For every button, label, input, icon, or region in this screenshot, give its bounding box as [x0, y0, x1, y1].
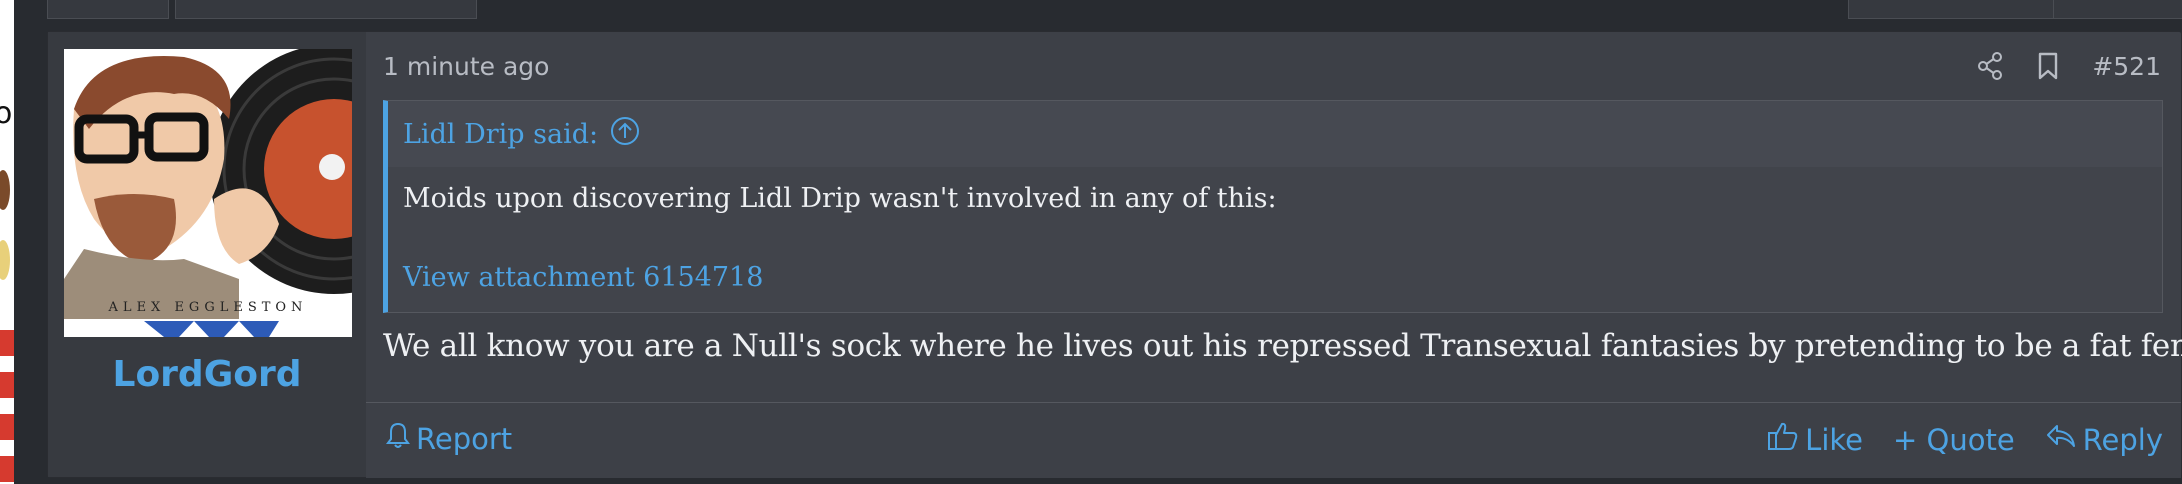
like-button[interactable]: Like — [1767, 421, 1863, 458]
partial-text-fragment: o — [0, 96, 13, 131]
post-meta-actions: #521 — [1976, 50, 2161, 82]
share-icon[interactable] — [1976, 50, 2004, 82]
like-label: Like — [1805, 422, 1863, 457]
attachment-link[interactable]: View attachment 6154718 — [403, 262, 763, 293]
bell-icon — [386, 421, 410, 456]
message-card: ALEX EGGLESTON LordGord 1 minute ago #52… — [47, 31, 2182, 478]
reply-label: Reply — [2082, 422, 2163, 457]
partial-image-fragment — [0, 170, 10, 210]
arrow-up-circle-icon[interactable] — [610, 116, 640, 153]
post-permalink[interactable]: #521 — [2092, 52, 2161, 81]
quote-block: Lidl Drip said: Moids upon discovering L… — [383, 100, 2163, 313]
previous-post-action[interactable] — [1848, 0, 2055, 19]
post-timestamp[interactable]: 1 minute ago — [383, 52, 549, 81]
page-edge-decoration: o — [0, 0, 14, 484]
reply-button[interactable]: Reply — [2045, 422, 2163, 457]
post-actions: Like + Quote Reply — [1767, 421, 2163, 458]
previous-post-toolbar[interactable] — [175, 0, 477, 19]
bookmark-icon[interactable] — [2034, 50, 2062, 82]
quote-text: Moids upon discovering Lidl Drip wasn't … — [403, 183, 1277, 214]
message-main: 1 minute ago #521 Lidl Drip said: Moids … — [366, 32, 2182, 478]
avatar[interactable]: ALEX EGGLESTON — [64, 49, 352, 337]
thumbs-up-icon — [1767, 421, 1799, 458]
report-label: Report — [416, 421, 513, 456]
message-user-column: ALEX EGGLESTON LordGord — [48, 32, 366, 477]
quote-button[interactable]: + Quote — [1893, 423, 2015, 457]
partial-stripe — [0, 330, 14, 356]
username-link[interactable]: LordGord — [48, 354, 366, 395]
quote-author-link[interactable]: Lidl Drip said: — [403, 119, 598, 150]
partial-stripe — [0, 372, 14, 398]
previous-post-action[interactable] — [2053, 0, 2182, 19]
previous-post-button[interactable] — [47, 0, 169, 19]
partial-stripe — [0, 414, 14, 440]
reply-arrow-icon — [2045, 422, 2077, 457]
avatar-caption: ALEX EGGLESTON — [108, 300, 308, 315]
post-footer: Report Like + Quote Reply — [366, 402, 2181, 478]
quote-label: + Quote — [1892, 422, 2015, 457]
partial-image-fragment — [0, 240, 10, 280]
partial-stripe — [0, 456, 14, 482]
quote-header: Lidl Drip said: — [388, 101, 2162, 167]
report-button[interactable]: Report — [386, 421, 512, 456]
post-body-text: We all know you are a Null's sock where … — [383, 328, 2182, 364]
avatar-image: ALEX EGGLESTON — [64, 49, 352, 337]
